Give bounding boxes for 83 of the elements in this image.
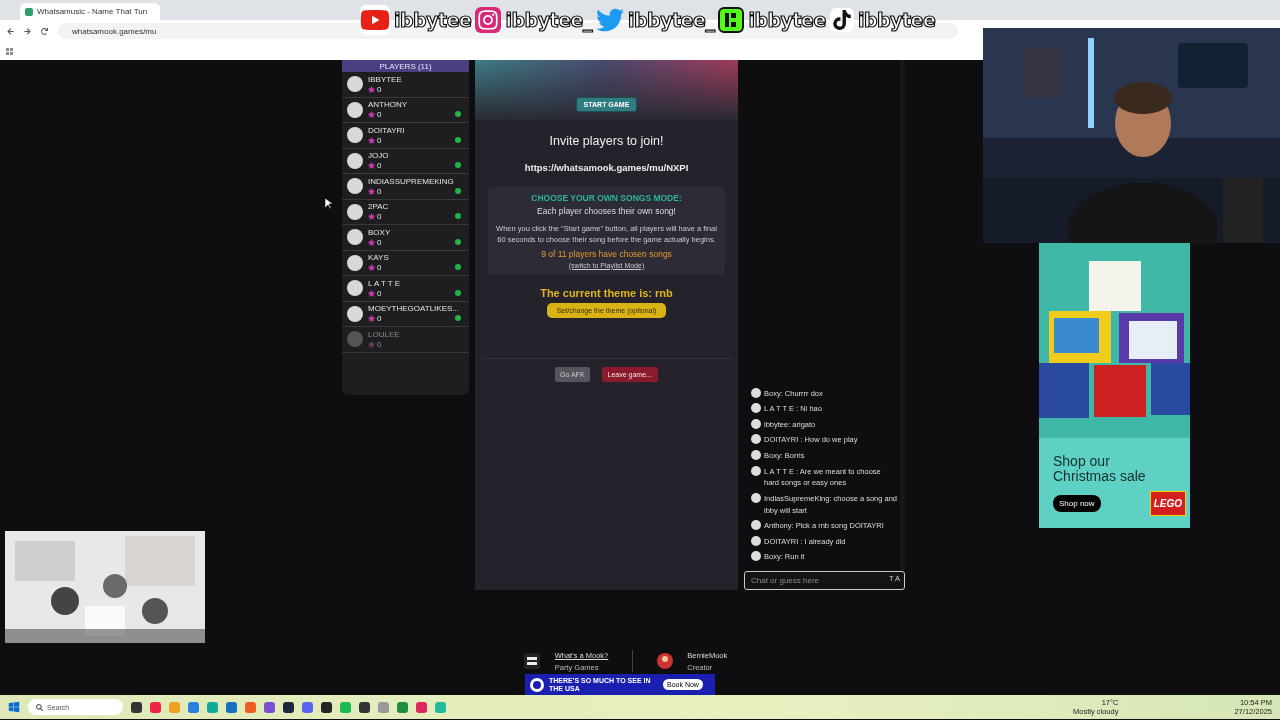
avatar <box>657 653 674 669</box>
player-name: INDIASSUPREMEKING <box>368 176 455 186</box>
avatar <box>751 403 761 414</box>
reload-icon[interactable] <box>41 27 48 35</box>
ad-banner[interactable]: Shop our Christmas sale Shop now LEGO <box>1039 243 1190 528</box>
player-score: 0 <box>377 186 382 196</box>
star-icon <box>368 136 375 144</box>
player-name: L A T T E <box>368 278 402 288</box>
avatar <box>347 178 363 195</box>
avatar <box>347 76 363 93</box>
back-icon[interactable] <box>7 27 14 35</box>
star-icon <box>368 315 375 323</box>
invite-title: Invite players to join! <box>549 134 664 148</box>
invite-url: https://whatsamook.games/mu/NXPI <box>524 162 689 173</box>
avatar <box>347 101 363 118</box>
cursor-icon <box>325 198 333 210</box>
player-name: MOEYTHEGOATLIKES... <box>368 304 460 314</box>
app-icon[interactable] <box>283 701 294 713</box>
avatar <box>751 492 761 503</box>
square-logo-icon <box>718 7 745 33</box>
avatar <box>347 229 363 246</box>
avatar <box>347 254 363 271</box>
bird-icon <box>595 6 624 34</box>
start-icon[interactable] <box>8 701 20 713</box>
player-score: 0 <box>377 212 382 222</box>
player-score: 0 <box>377 237 382 247</box>
apps-icon[interactable] <box>6 47 13 55</box>
avatar <box>751 418 761 429</box>
avatar <box>751 551 761 562</box>
star-icon <box>368 238 375 246</box>
app-icon[interactable] <box>321 701 332 713</box>
mode-title: CHOOSE YOUR OWN SONGS MODE: <box>531 193 682 203</box>
brand-logo: LEGO <box>1149 490 1186 516</box>
player-score: 0 <box>377 314 382 324</box>
avatar <box>751 387 761 398</box>
star-icon <box>368 187 375 195</box>
avatar <box>751 434 761 445</box>
player-score: 0 <box>377 288 382 298</box>
chosen-status: 9 of 11 players have chosen songs <box>541 248 672 259</box>
shop-now-button[interactable]: Shop now <box>1053 494 1101 512</box>
player-name: KAYS <box>368 253 390 263</box>
player-name: BOXY <box>368 227 392 237</box>
avatar <box>347 203 363 220</box>
star-icon <box>368 213 375 221</box>
avatar <box>347 305 363 322</box>
player-name: DOITAYRI <box>368 125 406 135</box>
theme-text: The current theme is: rnb <box>540 286 673 299</box>
avatar <box>751 450 761 460</box>
forward-icon[interactable] <box>24 27 31 35</box>
star-icon <box>368 264 375 272</box>
avatar <box>347 127 363 144</box>
avatar <box>751 520 761 531</box>
star-icon <box>368 162 375 170</box>
star-icon <box>368 289 375 297</box>
avatar <box>347 280 363 297</box>
ad-headline: Shop our Christmas sale <box>1052 452 1147 485</box>
players-header: PLAYERS (11) <box>342 60 469 72</box>
avatar <box>751 465 761 476</box>
logo-icon <box>522 652 541 670</box>
mode-subtitle: Each player chooses their own song! <box>537 206 676 216</box>
player-score: 0 <box>377 263 382 273</box>
star-icon <box>368 85 375 93</box>
player-name: IBBYTEE <box>368 74 403 84</box>
avatar <box>347 152 363 169</box>
star-icon <box>368 111 375 119</box>
avatar <box>751 535 761 546</box>
player-name: LOULEE <box>368 329 401 339</box>
globe-icon <box>529 676 545 693</box>
player-score: 0 <box>377 339 382 349</box>
avatar <box>347 331 363 348</box>
browser-tab[interactable]: Whatsamusic - Name That Tun <box>20 3 160 20</box>
star-icon <box>368 340 375 348</box>
app-icon[interactable] <box>131 701 142 713</box>
search-icon <box>36 703 43 711</box>
player-name: JOJO <box>368 151 390 161</box>
scrollbar[interactable] <box>900 60 905 570</box>
player-score: 0 <box>377 161 382 171</box>
app-icon[interactable] <box>359 701 370 713</box>
player-name: 2PAC <box>368 202 390 212</box>
player-name: ANTHONY <box>368 100 409 110</box>
player-score: 0 <box>377 135 382 145</box>
player-score: 0 <box>377 110 382 120</box>
player-score: 0 <box>377 84 382 94</box>
